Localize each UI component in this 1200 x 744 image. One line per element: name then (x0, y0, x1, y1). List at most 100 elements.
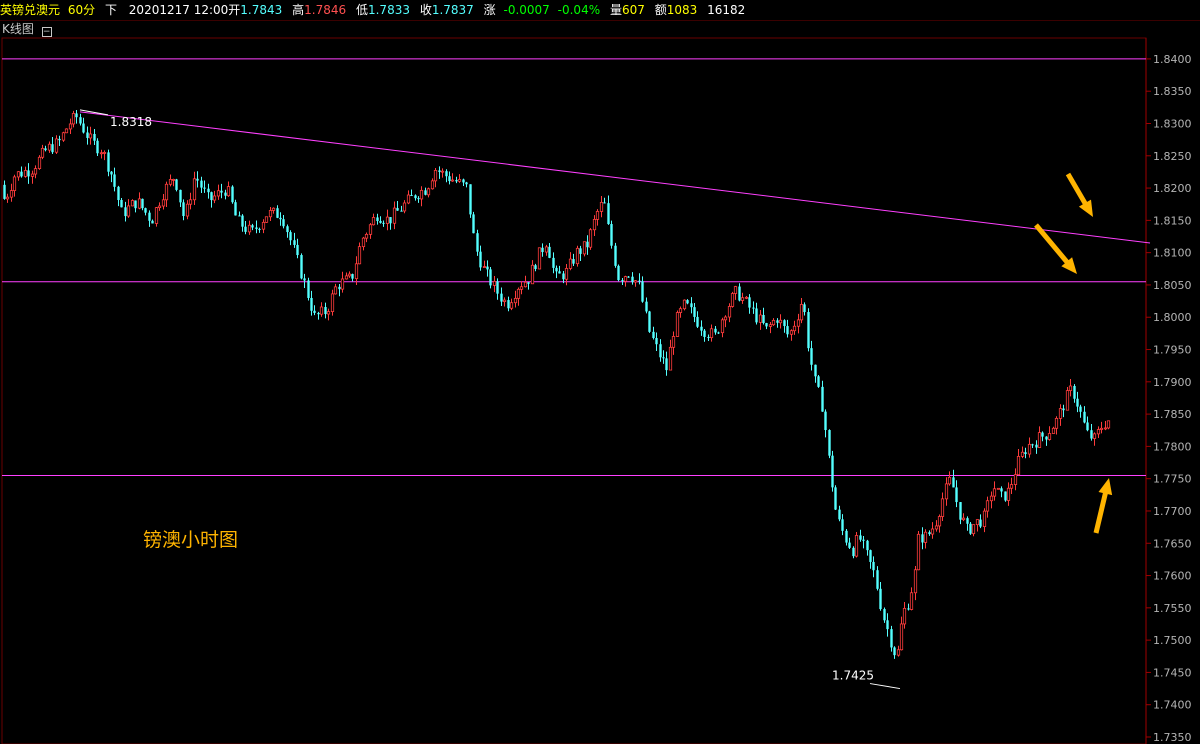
y-tick-label: 1.7850 (1153, 408, 1192, 421)
candle-body (727, 306, 732, 318)
y-tick-label: 1.8300 (1153, 117, 1192, 130)
candle-body (279, 217, 282, 220)
candle-body (79, 117, 82, 124)
candle-body (831, 455, 834, 488)
candle-body (814, 364, 817, 377)
candle-body (1106, 420, 1111, 429)
candle-body (982, 510, 987, 527)
y-tick-label: 1.7750 (1153, 473, 1192, 486)
candle-body (555, 267, 558, 272)
candle-body (665, 358, 668, 371)
candle-body (338, 286, 341, 290)
y-tick-label: 1.7600 (1153, 570, 1192, 583)
candle-body (645, 301, 648, 312)
candle-body (723, 316, 728, 321)
candle-body (234, 202, 237, 216)
candle-body (1020, 451, 1025, 457)
candle-body (1076, 398, 1079, 407)
candle-body (610, 224, 613, 246)
candle-body (717, 332, 720, 334)
candle-body (226, 186, 231, 197)
candle-body (1027, 443, 1032, 455)
candle-body (300, 255, 303, 279)
candle-body (1092, 433, 1097, 439)
candle-body (909, 592, 914, 610)
candle-body (344, 275, 349, 280)
candle-body (1051, 427, 1056, 434)
candle-body (1068, 385, 1073, 391)
candle-body (376, 217, 379, 222)
candle-body (144, 208, 147, 213)
candle-body (347, 273, 352, 277)
candle-body (30, 173, 35, 177)
candle-body (1024, 452, 1027, 455)
candle-body (486, 266, 489, 270)
candle-body (203, 187, 206, 189)
candle-body (120, 200, 123, 208)
candle-body (916, 533, 921, 571)
candle-body (424, 190, 427, 195)
candle-body (1086, 422, 1089, 431)
annotation-text: 镑澳小时图 (143, 529, 238, 551)
candle-body (582, 241, 587, 255)
candle-body (668, 346, 673, 371)
candle-body (148, 212, 151, 221)
y-tick-label: 1.7450 (1153, 666, 1192, 679)
candle-body (659, 344, 662, 358)
candle-body (1004, 491, 1007, 501)
candlestick-chart[interactable]: 1.8400 1.8350 1.8300 1.8250 1.8200 1.8150 1.81… (0, 0, 1200, 744)
candle-body (675, 312, 680, 337)
candle-body (876, 570, 879, 589)
candle-body (1065, 390, 1070, 411)
candle-body (268, 210, 273, 218)
y-tick-label: 1.8150 (1153, 214, 1192, 227)
candle-body (1041, 432, 1044, 437)
y-tick-label: 1.8350 (1153, 85, 1192, 98)
candle-body (414, 195, 417, 199)
candle-body (406, 194, 411, 204)
candle-body (23, 170, 28, 177)
candle-body (196, 178, 199, 181)
candle-body (652, 331, 655, 339)
candle-body (258, 228, 261, 230)
candle-body (27, 170, 30, 177)
candle-body (975, 519, 980, 526)
candle-body (623, 276, 628, 282)
candle-body (700, 326, 703, 331)
arrow-icon (1065, 172, 1093, 217)
candle-body (992, 488, 997, 497)
y-tick-label: 1.7950 (1153, 344, 1192, 357)
arrow-icon (1093, 478, 1113, 534)
candle-body (509, 302, 514, 309)
candle-body (210, 192, 213, 201)
candle-body (264, 216, 269, 223)
candle-body (51, 144, 54, 153)
candle-body (445, 171, 448, 177)
candle-body (803, 304, 806, 313)
candle-body (392, 207, 397, 224)
candle-body (489, 269, 492, 286)
candle-body (930, 528, 935, 535)
candle-body (47, 143, 52, 151)
candle-body (96, 140, 99, 154)
candle-body (164, 183, 169, 201)
candle-body (324, 306, 327, 315)
candle-body (303, 278, 306, 281)
candle-body (185, 203, 190, 217)
y-tick-label: 1.8250 (1153, 150, 1192, 163)
y-tick-label: 1.7550 (1153, 602, 1192, 615)
candle-body (220, 190, 223, 193)
high-price-label: 1.8318 (110, 115, 152, 129)
candle-body (1013, 474, 1018, 485)
candle-body (379, 221, 382, 223)
y-tick-label: 1.8200 (1153, 182, 1192, 195)
candle-body (33, 168, 38, 175)
candle-body (130, 200, 135, 207)
candle-body (107, 152, 110, 172)
candle-body (102, 152, 107, 154)
candle-body (340, 278, 345, 290)
candle-body (1090, 430, 1093, 439)
candle-body (54, 138, 59, 153)
candle-body (134, 200, 137, 209)
candle-body (261, 221, 266, 230)
